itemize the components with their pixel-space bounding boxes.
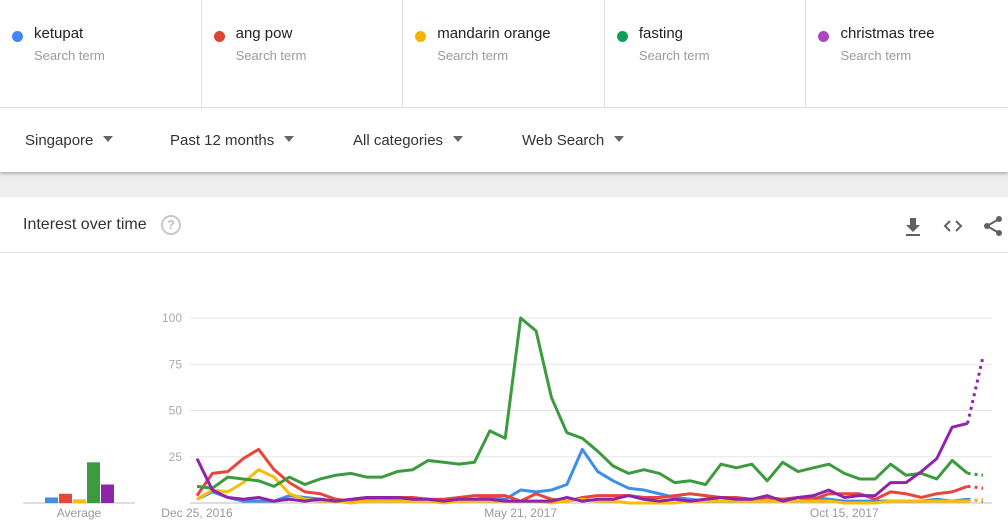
series-line-fasting xyxy=(196,316,969,490)
series-partial-mandarin-orange xyxy=(967,497,984,503)
series-color-dot xyxy=(818,31,830,42)
y-tick-label: 75 xyxy=(169,357,183,371)
caret-down-icon xyxy=(103,136,114,143)
x-tick-label: Dec 25, 2016 xyxy=(161,506,233,520)
series-partial-ang-pow xyxy=(967,484,984,490)
caret-down-icon xyxy=(453,136,464,143)
average-bar-ketupat xyxy=(45,497,58,503)
search-type-label: Web Search xyxy=(522,132,605,149)
series-partial-christmas-tree xyxy=(966,356,985,424)
time-range-label: Past 12 months xyxy=(170,132,275,149)
series-partial-fasting xyxy=(967,471,984,477)
caret-down-icon xyxy=(284,136,295,143)
term-name: ketupat xyxy=(34,25,84,42)
region-label: Singapore xyxy=(25,132,94,149)
x-tick-label: Oct 15, 2017 xyxy=(810,506,879,520)
average-bar-christmas-tree xyxy=(101,484,114,503)
series-color-dot xyxy=(616,31,628,42)
term-card-fasting[interactable]: fasting Search term xyxy=(605,0,807,108)
series-color-dot xyxy=(12,31,23,42)
region-dropdown[interactable]: Singapore xyxy=(25,132,114,149)
average-bar-mandarin-orange xyxy=(73,499,86,503)
average-bar-ang-pow xyxy=(59,493,72,503)
term-card-mandarin-orange[interactable]: mandarin orange Search term xyxy=(403,0,605,108)
term-type: Search term xyxy=(437,48,509,63)
interest-chart: 25 50 75 100 Dec 25, 2016 May 21, 2017 Oct 15,… xyxy=(23,311,992,520)
search-type-dropdown[interactable]: Web Search xyxy=(522,132,625,149)
y-tick-label: 50 xyxy=(169,404,183,418)
term-card-christmas-tree[interactable]: christmas tree Search term xyxy=(806,0,1008,108)
term-name: mandarin orange xyxy=(437,25,551,42)
average-label: Average xyxy=(57,506,102,520)
average-bar-fasting xyxy=(87,462,100,503)
term-type: Search term xyxy=(235,48,307,63)
y-tick-label: 100 xyxy=(162,311,182,325)
term-name: fasting xyxy=(638,25,684,42)
search-terms-bar: ketupat Search term ang pow Search term … xyxy=(0,0,1008,108)
term-card-ketupat[interactable]: ketupat Search term xyxy=(0,0,202,108)
term-card-ang-pow[interactable]: ang pow Search term xyxy=(202,0,404,108)
term-type: Search term xyxy=(638,48,710,63)
term-name: ang pow xyxy=(235,25,293,42)
term-type: Search term xyxy=(840,48,912,63)
series-color-dot xyxy=(415,31,427,42)
term-name: christmas tree xyxy=(840,25,935,42)
series-color-dot xyxy=(213,31,225,42)
x-tick-label: May 21, 2017 xyxy=(484,506,557,520)
interest-over-time-card: Interest over time ? 25 50 75 100 Dec 25, 20… xyxy=(0,197,1008,530)
category-dropdown[interactable]: All categories xyxy=(353,132,464,149)
series-line-christmas-tree xyxy=(195,421,968,503)
term-type: Search term xyxy=(34,48,105,63)
category-label: All categories xyxy=(353,132,444,149)
filter-bar: Singapore Past 12 months All categories … xyxy=(0,108,1008,172)
time-range-dropdown[interactable]: Past 12 months xyxy=(170,132,295,149)
y-tick-label: 25 xyxy=(169,450,183,464)
caret-down-icon xyxy=(614,136,625,143)
section-divider xyxy=(0,172,1008,197)
